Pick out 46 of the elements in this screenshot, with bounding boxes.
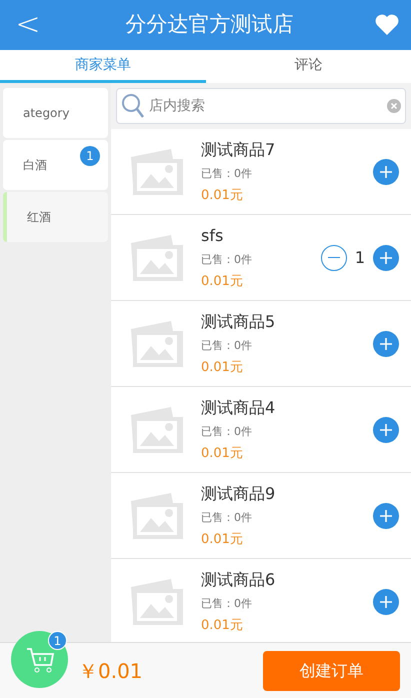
product-name: 测试商品4 bbox=[201, 396, 276, 418]
plus-button[interactable] bbox=[373, 330, 399, 356]
clear-icon[interactable] bbox=[387, 99, 401, 113]
product-price: 0.01元 bbox=[201, 445, 244, 463]
plus-button[interactable] bbox=[373, 502, 399, 528]
plus-button[interactable] bbox=[373, 244, 399, 270]
category-item[interactable]: ategory bbox=[3, 88, 108, 138]
count-badge: 1 bbox=[80, 146, 100, 166]
sold-count: 已售：0件 bbox=[201, 166, 253, 182]
cart-icon bbox=[24, 646, 54, 674]
sold-count: 已售：0件 bbox=[201, 596, 253, 612]
plus-icon bbox=[379, 508, 393, 522]
plus-icon bbox=[379, 164, 393, 178]
product-name: 测试商品9 bbox=[201, 482, 276, 504]
product-price: 0.01元 bbox=[201, 187, 244, 205]
search-field[interactable]: 店内搜索 bbox=[116, 88, 406, 124]
product-name: 测试商品5 bbox=[201, 310, 276, 332]
plus-icon bbox=[379, 594, 393, 608]
tab[interactable]: 评论 bbox=[206, 50, 411, 83]
product-name: 测试商品7 bbox=[201, 138, 276, 160]
plus-icon bbox=[379, 336, 393, 350]
plus-button[interactable] bbox=[373, 416, 399, 442]
store-title: 分分达官方测试店 bbox=[124, 11, 294, 38]
heart-icon[interactable] bbox=[375, 14, 399, 36]
category-item[interactable]: 白酒 1 bbox=[3, 140, 108, 190]
sold-count: 已售：0件 bbox=[201, 338, 253, 354]
plus-button[interactable] bbox=[373, 588, 399, 614]
category-item[interactable]: 红酒 bbox=[3, 192, 108, 242]
plus-icon bbox=[379, 422, 393, 436]
product-price: 0.01元 bbox=[201, 273, 244, 291]
minus-button[interactable] bbox=[320, 244, 347, 270]
product-name: sfs bbox=[201, 224, 224, 246]
quantity: 1 bbox=[354, 246, 365, 268]
product-name: 测试商品6 bbox=[201, 568, 276, 590]
create-order-button[interactable]: 创建订单 bbox=[263, 650, 400, 690]
sold-count: 已售：0件 bbox=[201, 252, 253, 268]
product-price: 0.01元 bbox=[201, 617, 244, 635]
cart-total: ￥0.01 bbox=[78, 658, 144, 684]
plus-button[interactable] bbox=[373, 158, 399, 184]
search-icon bbox=[121, 93, 145, 119]
product-price: 0.01元 bbox=[201, 531, 244, 549]
back-button[interactable]: < bbox=[12, 7, 44, 43]
sold-count: 已售：0件 bbox=[201, 510, 253, 526]
plus-icon bbox=[379, 250, 393, 264]
sold-count: 已售：0件 bbox=[201, 424, 253, 440]
product-price: 0.01元 bbox=[201, 359, 244, 377]
